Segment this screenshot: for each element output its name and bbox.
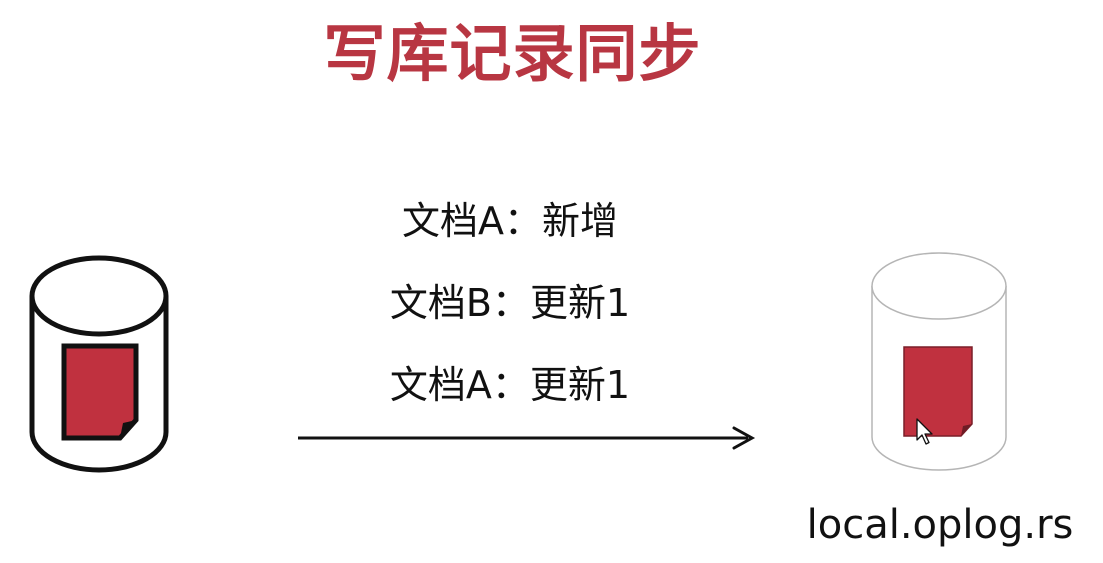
operation-line: 文档B：更新1 [389, 281, 631, 325]
source-document-icon [61, 343, 139, 441]
target-document-icon [903, 346, 973, 437]
target-label: local.oplog.rs [806, 502, 1074, 548]
operation-line: 文档A：新增 [402, 199, 618, 243]
sync-arrow [298, 426, 756, 450]
operation-line: 文档A：更新1 [389, 363, 631, 407]
